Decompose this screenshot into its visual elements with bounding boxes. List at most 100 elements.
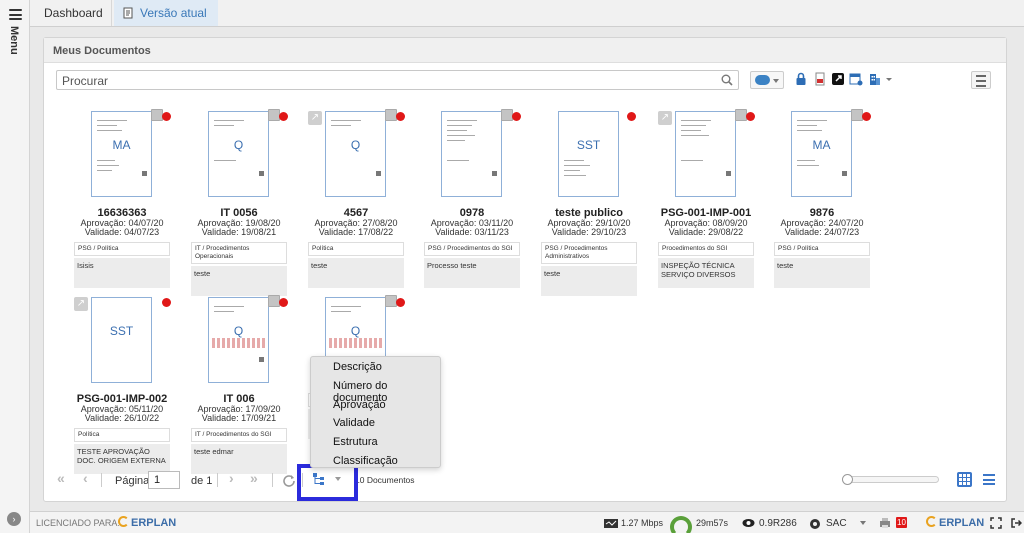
validity-date: Validade: 17/08/22	[318, 227, 394, 237]
thumbnail-code: SST	[576, 138, 601, 152]
status-dot-icon	[162, 298, 171, 307]
sort-option-classificacao[interactable]: Classificação	[311, 453, 440, 472]
list-view-icon[interactable]	[983, 474, 995, 485]
document-thumbnail[interactable]: ↗ Q	[306, 109, 406, 201]
document-thumbnail[interactable]: ↗ SST	[72, 295, 172, 387]
tab-versao-atual[interactable]: Versão atual	[114, 0, 218, 26]
network-icon	[604, 519, 618, 528]
document-card[interactable]: MA 16636363 Aprovação: 04/07/20 Validade…	[72, 109, 172, 288]
tab-dashboard-label: Dashboard	[44, 6, 103, 20]
pdf-file-icon[interactable]	[813, 72, 827, 86]
sort-option-estrutura[interactable]: Estrutura	[311, 434, 440, 453]
document-card[interactable]: Q IT 0056 Aprovação: 19/08/20 Validade: …	[189, 109, 289, 296]
fullscreen-icon[interactable]	[990, 517, 1002, 529]
brand-name-right: ERPLAN	[939, 517, 985, 529]
side-rail: Menu ›	[0, 0, 30, 533]
document-card[interactable]: 0978 Aprovação: 03/11/20 Validade: 03/11…	[422, 109, 522, 288]
panel-title: Meus Documentos	[44, 38, 1006, 63]
document-description: TESTE APROVAÇÃO DOC. ORIGEM EXTERNA	[74, 444, 170, 474]
document-card[interactable]: Q IT 006 Aprovação: 17/09/20 Validade: 1…	[189, 295, 289, 474]
previous-page-icon[interactable]: ‹	[83, 470, 88, 486]
hamburger-menu-icon[interactable]	[9, 9, 22, 20]
validity-date: Validade: 29/10/23	[551, 227, 627, 237]
sort-option-descricao[interactable]: Descrição	[311, 359, 440, 378]
printer-icon[interactable]	[879, 517, 891, 529]
search-input[interactable]: Procurar	[56, 70, 739, 90]
tab-dashboard[interactable]: Dashboard	[30, 0, 112, 26]
document-category: Política	[308, 242, 404, 256]
status-dot-icon	[396, 112, 405, 121]
session-gauge-icon	[670, 516, 692, 533]
document-thumbnail[interactable]: Q	[189, 295, 289, 387]
document-card[interactable]: ↗ Q 4567 Aprovação: 27/08/20 Validade: 1…	[306, 109, 406, 288]
erplan-logo-right: ERPLAN	[926, 516, 984, 529]
thumbnail-code: MA	[812, 138, 831, 152]
search-icon[interactable]	[721, 74, 733, 86]
document-card[interactable]: ↗ SST PSG-001-IMP-002 Aprovação: 05/11/2…	[72, 295, 172, 474]
document-preview: Q	[208, 111, 269, 197]
external-link-icon[interactable]	[831, 72, 845, 86]
view-options-button[interactable]	[971, 71, 991, 89]
document-thumbnail[interactable]: SST	[539, 109, 639, 201]
validity-date: Validade: 17/09/21	[201, 413, 277, 423]
grid-view-icon[interactable]	[957, 472, 972, 487]
status-dot-icon	[512, 112, 521, 121]
document-thumbnail[interactable]: MA	[72, 109, 172, 201]
sac-label[interactable]: SAC	[826, 518, 847, 529]
search-placeholder: Procurar	[62, 74, 109, 88]
document-category: Procedimentos do SGI	[658, 242, 754, 256]
lock-icon[interactable]	[794, 72, 808, 86]
thumbnail-code: Q	[233, 138, 244, 152]
document-category: PSG / Política	[74, 242, 170, 256]
document-count: 10 Documentos	[355, 475, 415, 485]
document-card[interactable]: SST teste publico Aprovação: 29/10/20 Va…	[539, 109, 639, 296]
refresh-icon[interactable]	[282, 473, 296, 487]
first-page-icon[interactable]: «	[57, 470, 65, 486]
support-icon[interactable]	[809, 518, 821, 529]
document-preview: SST	[91, 297, 152, 383]
chevron-down-icon[interactable]	[884, 72, 894, 86]
document-thumbnail[interactable]	[422, 109, 522, 201]
last-page-icon[interactable]: »	[250, 470, 258, 486]
page-number-input[interactable]: 1	[148, 471, 180, 489]
sort-option-aprovacao[interactable]: Aprovação	[311, 397, 440, 416]
cloud-dropdown-button[interactable]	[750, 71, 784, 89]
status-dot-icon	[862, 112, 871, 121]
validity-date: Validade: 03/11/23	[435, 227, 509, 237]
status-dot-icon	[162, 112, 171, 121]
slider-handle[interactable]	[842, 474, 853, 485]
document-thumbnail[interactable]: ↗	[656, 109, 756, 201]
page-total-label: de 1	[191, 475, 213, 487]
logout-icon[interactable]	[1010, 517, 1022, 529]
network-speed: 1.27 Mbps	[621, 518, 664, 528]
document-thumbnail[interactable]: MA	[772, 109, 872, 201]
document-thumbnail[interactable]: Q	[189, 109, 289, 201]
expand-arrow-icon[interactable]: ›	[7, 512, 21, 526]
document-preview: Q	[208, 297, 269, 383]
brand-name: ERPLAN	[131, 517, 177, 529]
document-card[interactable]: ↗ PSG-001-IMP-001 Aprovação: 08/09/20 Va…	[656, 109, 756, 288]
thumbnail-code: MA	[112, 138, 131, 152]
document-card[interactable]: MA 9876 Aprovação: 24/07/20 Validade: 24…	[772, 109, 872, 288]
document-description: teste	[541, 266, 637, 296]
building-icon[interactable]	[868, 72, 882, 86]
documents-panel: Meus Documentos Procurar MA 16636363 Apr…	[43, 37, 1007, 502]
notification-count-badge[interactable]: 10	[896, 517, 907, 528]
validity-date: Validade: 19/08/21	[201, 227, 277, 237]
erplan-logo: ERPLAN	[118, 516, 176, 529]
tab-versao-atual-label: Versão atual	[140, 6, 207, 20]
eye-icon[interactable]	[742, 518, 755, 528]
external-document-icon: ↗	[658, 111, 672, 125]
page-label: Página	[115, 475, 150, 487]
chevron-down-icon[interactable]	[859, 520, 867, 526]
sort-option-numero[interactable]: Número do documento	[311, 378, 440, 404]
document-description: Processo teste	[424, 258, 520, 288]
external-document-icon: ↗	[308, 111, 322, 125]
calendar-settings-icon[interactable]	[849, 72, 863, 86]
document-icon	[123, 7, 133, 19]
zoom-slider[interactable]	[842, 474, 939, 485]
next-page-icon[interactable]: ›	[229, 470, 234, 486]
validity-date: Validade: 29/08/22	[668, 227, 744, 237]
sort-option-validade[interactable]: Validade	[311, 415, 440, 434]
menu-label[interactable]: Menu	[8, 26, 20, 55]
